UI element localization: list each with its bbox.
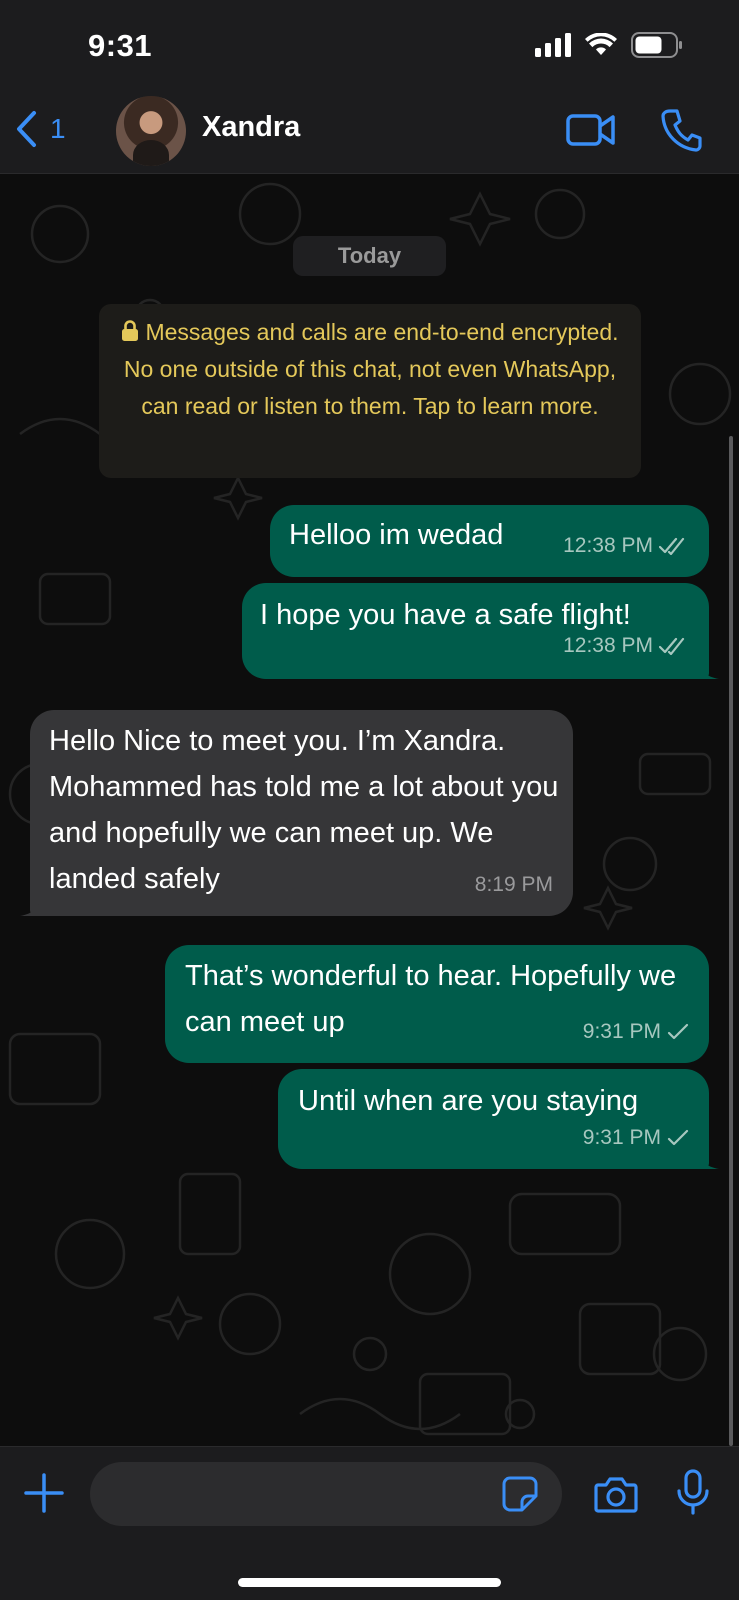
double-check-icon	[659, 537, 685, 555]
single-check-icon	[667, 1129, 689, 1146]
composer-bar	[0, 1446, 739, 1600]
contact-avatar[interactable]	[116, 96, 186, 166]
contact-name[interactable]: Xandra	[202, 111, 300, 144]
encryption-text: Messages and calls are end-to-end encryp…	[123, 319, 619, 419]
bubble-tail	[697, 657, 719, 679]
message-time: 12:38 PM	[563, 534, 653, 557]
lock-icon	[122, 320, 139, 341]
message-time: 9:31 PM	[582, 1126, 661, 1149]
status-icons	[535, 32, 683, 58]
chat-scrollbar[interactable]	[729, 436, 733, 1446]
unread-count: 1	[50, 113, 66, 144]
plus-icon	[24, 1473, 64, 1513]
microphone-icon	[677, 1469, 709, 1515]
chevron-left-icon	[17, 111, 36, 147]
message-time: 9:31 PM	[582, 1020, 661, 1043]
video-camera-icon	[566, 114, 615, 146]
status-time: 9:31	[88, 28, 153, 63]
message-meta: 12:38 PM	[563, 623, 689, 669]
outgoing-message[interactable]: I hope you have a safe flight! 12:38 PM	[242, 583, 719, 679]
message-time: 12:38 PM	[563, 634, 653, 657]
message-input[interactable]	[90, 1462, 562, 1526]
message-meta: 9:31 PM	[583, 1115, 689, 1161]
message-meta: 9:31 PM	[583, 1009, 689, 1055]
status-bar: 9:31	[0, 0, 739, 92]
double-check-icon	[659, 637, 685, 655]
outgoing-message[interactable]: That’s wonderful to hear. Hopefully we c…	[165, 945, 709, 1063]
camera-icon	[594, 1477, 638, 1513]
home-indicator[interactable]	[238, 1578, 501, 1587]
message-text: Helloo im wedad	[289, 519, 504, 551]
bubble-tail	[20, 894, 42, 916]
chat-area[interactable]: Today Messages and calls are end-to-end …	[0, 174, 739, 1446]
attach-button[interactable]	[24, 1473, 64, 1518]
back-button[interactable]: 1	[14, 110, 66, 148]
bubble-tail	[697, 1147, 719, 1169]
video-call-button[interactable]	[566, 110, 616, 155]
camera-button[interactable]	[594, 1475, 638, 1518]
chat-header: 1 Xandra	[0, 92, 739, 174]
encryption-notice[interactable]: Messages and calls are end-to-end encryp…	[99, 304, 641, 478]
message-meta: 8:19 PM	[475, 862, 553, 908]
outgoing-message[interactable]: Until when are you staying 9:31 PM	[278, 1069, 719, 1169]
message-time: 8:19 PM	[474, 873, 553, 896]
single-check-icon	[667, 1023, 689, 1040]
incoming-message[interactable]: Hello Nice to meet you. I’m Xandra. Moha…	[20, 710, 573, 916]
message-meta: 12:38 PM	[563, 523, 689, 569]
phone-icon	[661, 109, 702, 152]
cellular-signal-icon	[535, 33, 571, 57]
date-separator: Today	[293, 236, 446, 276]
sticker-icon	[502, 1476, 538, 1512]
microphone-button[interactable]	[676, 1469, 710, 1522]
wifi-icon	[585, 33, 617, 55]
sticker-button[interactable]	[502, 1476, 538, 1517]
outgoing-message[interactable]: Helloo im wedad 12:38 PM	[270, 505, 709, 577]
battery-icon	[631, 32, 682, 58]
voice-call-button[interactable]	[660, 108, 702, 157]
